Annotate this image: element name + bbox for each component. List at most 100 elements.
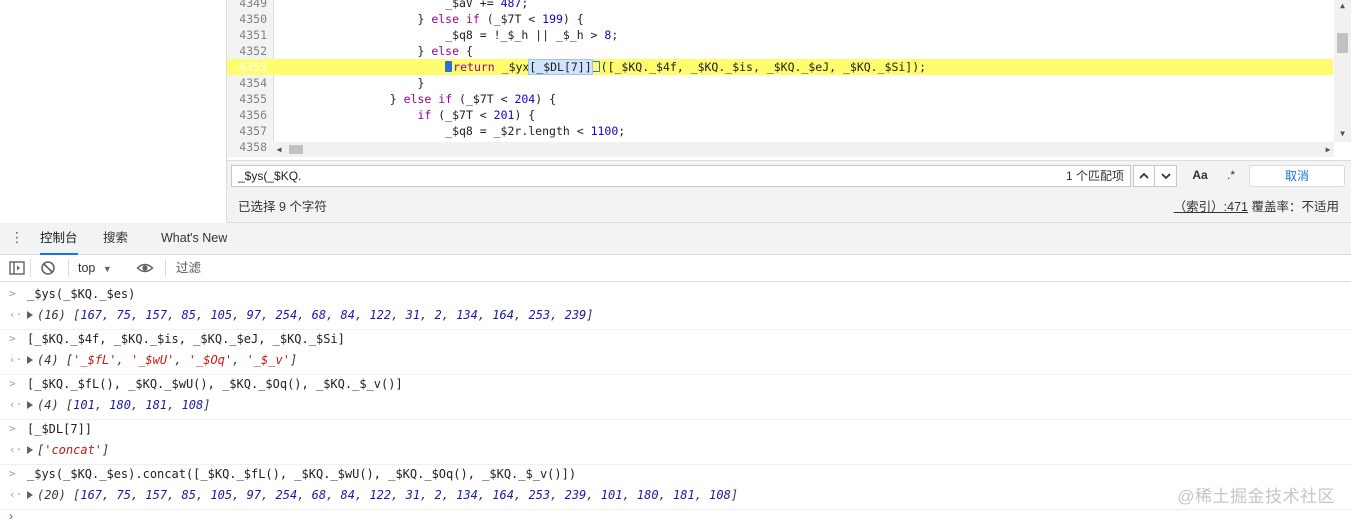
selected-text[interactable]: [_$DL[7]] (528, 59, 593, 75)
regex-button[interactable]: .* (1219, 165, 1243, 187)
array-value: 2 (434, 308, 442, 322)
console-log: > _$ys(_$KQ._$es) ‹· (16) [167, 75, 157, 85… (0, 282, 1351, 520)
array-value: 181 (145, 398, 168, 412)
expand-triangle-icon[interactable] (27, 491, 33, 499)
code-text: } else if (_$7T < 204) { (279, 92, 556, 106)
cursor-position-link[interactable]: （索引）:471 (1174, 200, 1248, 214)
array-value: 180 (109, 398, 131, 412)
line-number[interactable]: 4350 (227, 11, 267, 27)
code-line[interactable]: 4356 if (_$7T < 201) { (227, 107, 1333, 123)
console-input-text: [_$KQ._$fL(), _$KQ._$wU(), _$KQ._$Oq(), … (27, 377, 403, 391)
expand-triangle-icon[interactable] (27, 356, 33, 364)
tab-whats-new[interactable]: What's New (161, 223, 227, 253)
more-vertical-icon[interactable]: ⋮ (10, 230, 24, 244)
scroll-up-icon[interactable]: ▲ (1334, 0, 1351, 12)
input-chevron-icon: > (9, 287, 16, 300)
console-entry: > [_$DL[7]] ‹· ['concat'] (0, 419, 1351, 465)
array-value: 134 (456, 488, 478, 502)
console-prompt-icon[interactable]: › (9, 509, 13, 523)
context-select-value: top (78, 261, 96, 275)
code-line[interactable]: 4350 } else if (_$7T < 199) { (227, 11, 1333, 27)
array-value: 108 (709, 488, 731, 502)
sidebar-toggle-icon[interactable] (8, 259, 26, 277)
dropdown-arrow-icon: ▼ (102, 264, 112, 274)
array-value: 157 (145, 308, 168, 322)
scroll-down-icon[interactable]: ▼ (1334, 128, 1351, 140)
line-number[interactable]: 4355 (227, 91, 267, 107)
code-text: } else { (279, 44, 473, 58)
console-input-text: _$ys(_$KQ._$es).concat([_$KQ._$fL(), _$K… (27, 467, 577, 481)
tab-search[interactable]: 搜索 (103, 223, 128, 253)
array-value: 105 (210, 488, 233, 502)
array-value: 'concat' (44, 443, 103, 457)
input-chevron-icon: > (9, 332, 16, 345)
code-line[interactable]: 4357 _$q8 = _$2r.length < 1100; (227, 123, 1333, 139)
array-value: 164 (492, 308, 515, 322)
console-entry: > [_$KQ._$fL(), _$KQ._$wU(), _$KQ._$Oq(),… (0, 374, 1351, 420)
array-value: 239 (564, 488, 587, 502)
clear-console-icon[interactable] (39, 259, 57, 277)
search-input[interactable]: _$ys(_$KQ. 1 个匹配项 (231, 165, 1131, 187)
array-value: 84 (340, 488, 355, 502)
array-value: 254 (275, 308, 298, 322)
vertical-scrollbar[interactable]: ▲ ▼ (1334, 0, 1351, 142)
code-line[interactable]: 4349 _$aV += 487; (227, 0, 1333, 11)
array-value: '_$Oq' (188, 353, 233, 367)
line-number[interactable]: 4352 (227, 43, 267, 59)
tab-console[interactable]: 控制台 (40, 223, 78, 255)
array-value: 2 (434, 488, 442, 502)
array-value: 164 (492, 488, 515, 502)
array-value: 84 (340, 308, 355, 322)
next-match-button[interactable] (1155, 165, 1177, 187)
array-value: 181 (673, 488, 695, 502)
expand-triangle-icon[interactable] (27, 401, 33, 409)
code-text: _$aV += 487; (279, 0, 529, 10)
line-number[interactable]: 4356 (227, 107, 267, 123)
expand-triangle-icon[interactable] (27, 446, 33, 454)
console-input-text: _$ys(_$KQ._$es) (27, 287, 136, 301)
line-number[interactable]: 4351 (227, 27, 267, 43)
code-line[interactable]: 4355 } else if (_$7T < 204) { (227, 91, 1333, 107)
file-navigator-pane (0, 0, 227, 222)
array-value: 75 (116, 308, 131, 322)
cancel-search-button[interactable]: 取消 (1249, 165, 1345, 187)
scrollbar-thumb[interactable] (1337, 33, 1348, 53)
input-chevron-icon: > (9, 422, 16, 435)
expand-triangle-icon[interactable] (27, 311, 33, 319)
array-value: '_$wU' (130, 353, 175, 367)
scrollbar-thumb-horizontal[interactable] (289, 145, 303, 154)
line-number[interactable]: 4349 (227, 0, 267, 11)
match-count: 1 个匹配项 (1065, 169, 1124, 183)
console-toolbar: top ▼ 过滤 (0, 255, 1351, 282)
live-expression-eye-icon[interactable] (136, 259, 154, 277)
array-value: 167 (80, 308, 103, 322)
drawer-tab-bar: ⋮ 控制台 搜索 What's New (0, 223, 1351, 255)
array-value: 105 (210, 308, 233, 322)
line-number[interactable]: 4354 (227, 75, 267, 91)
code-line[interactable]: 4352 } else { (227, 43, 1333, 59)
code-line[interactable]: 4354 } (227, 75, 1333, 91)
line-number[interactable]: 4358 (227, 139, 267, 155)
match-case-button[interactable]: Aa (1185, 165, 1215, 187)
result-arrow-icon: ‹· (9, 488, 23, 501)
array-value: 157 (145, 488, 168, 502)
code-text: return _$yx[_$DL[7]] ([_$KQ._$4f, _$KQ._$… (279, 59, 926, 75)
paused-code-line[interactable]: 4353 return _$yx[_$DL[7]] ([_$KQ._$4f, _$… (227, 59, 1333, 75)
line-number[interactable]: 4353 (227, 59, 267, 75)
horizontal-scrollbar[interactable]: ◀ ▶ (273, 142, 1334, 157)
scroll-right-icon[interactable]: ▶ (1322, 142, 1334, 157)
code-editor[interactable]: 4349 _$aV += 487; 4350 } else if (_$7T < … (227, 0, 1351, 157)
line-number[interactable]: 4357 (227, 123, 267, 139)
array-value: '_$_v' (246, 353, 290, 367)
previous-match-button[interactable] (1133, 165, 1155, 187)
code-text: } (279, 76, 425, 90)
code-line[interactable]: 4351 _$q8 = !_$_h || _$_h > 8; (227, 27, 1333, 43)
context-select[interactable]: top ▼ (78, 255, 112, 281)
filter-input[interactable]: 过滤 (176, 258, 476, 278)
array-value: 85 (181, 488, 196, 502)
inline-breakpoint-icon[interactable] (591, 61, 600, 72)
watermark: @稀土掘金技术社区 (1177, 487, 1335, 506)
scroll-left-icon[interactable]: ◀ (273, 142, 285, 157)
inline-breakpoint-icon[interactable] (445, 61, 453, 72)
code-text: _$q8 = _$2r.length < 1100; (279, 124, 626, 138)
